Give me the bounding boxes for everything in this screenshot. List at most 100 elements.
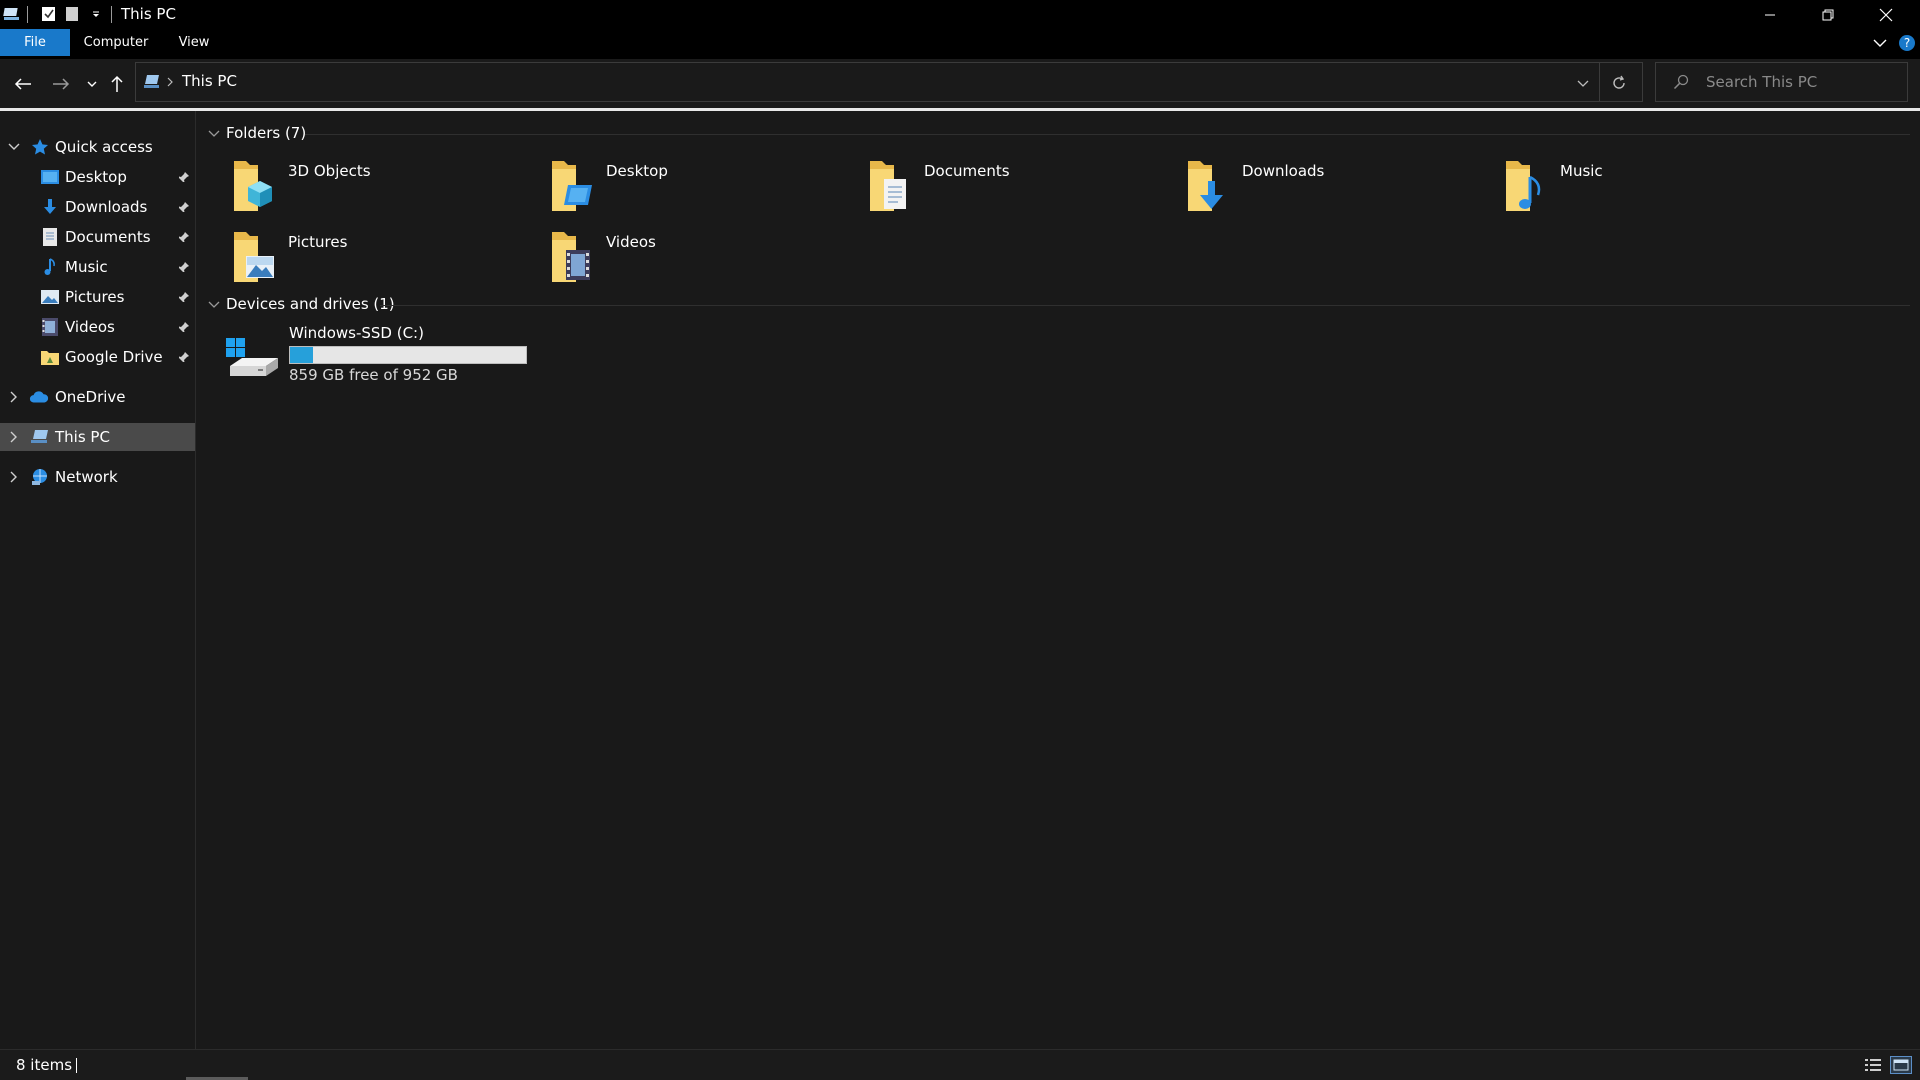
sidebar-item-quick-access[interactable]: Quick access (0, 133, 195, 161)
forward-button[interactable] (48, 71, 74, 97)
pin-icon[interactable] (177, 320, 191, 334)
chevron-right-icon[interactable] (7, 390, 21, 404)
restore-button[interactable] (1799, 0, 1857, 29)
folder-name: Pictures (288, 233, 348, 251)
status-separator (76, 1058, 77, 1073)
search-icon (1673, 74, 1689, 90)
pin-icon[interactable] (177, 260, 191, 274)
group-divider (305, 134, 1910, 135)
drive-usage-bar (289, 346, 527, 364)
desktop-folder-icon (552, 161, 592, 211)
pin-icon[interactable] (177, 170, 191, 184)
new-folder-icon[interactable] (62, 3, 82, 25)
this-pc-app-icon[interactable] (2, 3, 22, 25)
minimize-button[interactable] (1741, 0, 1799, 29)
sidebar-item-network[interactable]: Network (0, 463, 195, 491)
network-icon (30, 467, 50, 487)
documents-folder-icon (870, 161, 906, 211)
chevron-down-icon[interactable] (7, 140, 21, 154)
close-button[interactable] (1857, 0, 1915, 29)
sidebar-item-onedrive[interactable]: OneDrive (0, 383, 195, 411)
folders-group-title: Folders (7) (226, 124, 307, 142)
tab-view[interactable]: View (170, 29, 218, 56)
navigation-pane (0, 111, 196, 1049)
expand-ribbon-button[interactable] (1868, 29, 1892, 56)
properties-icon[interactable] (38, 3, 58, 25)
drive-usage-fill (290, 347, 314, 363)
chevron-down-icon (1577, 80, 1589, 87)
folders-group-header[interactable] (208, 123, 220, 145)
up-button[interactable] (106, 71, 128, 97)
pictures-folder-icon (234, 232, 274, 282)
sidebar-item-pictures[interactable]: Pictures (0, 283, 195, 311)
details-view-button[interactable] (1862, 1056, 1884, 1074)
folder-music[interactable]: Music (1480, 155, 1790, 219)
sidebar-item-label: Google Drive (65, 348, 163, 366)
pin-icon[interactable] (177, 350, 191, 364)
large-icons-view-button[interactable] (1890, 1056, 1912, 1074)
folder-downloads[interactable]: Downloads (1162, 155, 1472, 219)
restore-icon (1822, 9, 1834, 20)
drive-free-space: 859 GB free of 952 GB (289, 366, 458, 384)
folder-desktop[interactable]: Desktop (526, 155, 836, 219)
folder-name: Videos (606, 233, 656, 251)
this-pc-icon (30, 427, 50, 447)
help-button[interactable]: ? (1896, 29, 1918, 56)
address-history-button[interactable] (1572, 73, 1594, 93)
folder-name: 3D Objects (288, 162, 371, 180)
arrow-up-icon (111, 75, 123, 92)
folder-pictures[interactable]: Pictures (208, 226, 518, 290)
3d-objects-folder-icon (234, 161, 272, 211)
drive-c[interactable]: Windows-SSD (C:) 859 GB free of 952 GB (222, 322, 542, 388)
music-icon (40, 257, 60, 277)
pin-icon[interactable] (177, 230, 191, 244)
back-button[interactable] (10, 71, 36, 97)
google-drive-folder-icon (40, 347, 60, 367)
pin-icon[interactable] (177, 290, 191, 304)
sidebar-item-music[interactable]: Music (0, 253, 195, 281)
sidebar-item-google-drive[interactable]: Google Drive (0, 343, 195, 371)
folder-videos[interactable]: Videos (526, 226, 836, 290)
folder-documents[interactable]: Documents (844, 155, 1154, 219)
arrow-right-icon (53, 78, 70, 90)
sidebar-item-label: OneDrive (55, 388, 126, 406)
documents-icon (40, 227, 60, 247)
search-input[interactable]: Search This PC (1706, 73, 1817, 91)
pin-icon[interactable] (177, 200, 191, 214)
item-count: 8 items (16, 1056, 73, 1074)
details-view-icon (1865, 1059, 1881, 1071)
refresh-button[interactable] (1606, 72, 1632, 94)
tab-computer[interactable]: Computer (80, 29, 152, 56)
tab-file[interactable]: File (0, 29, 70, 56)
chevron-right-icon[interactable] (7, 430, 21, 444)
videos-icon (40, 317, 60, 337)
title-bar: This PC (0, 0, 1920, 29)
sidebar-item-label: Documents (65, 228, 151, 246)
sidebar-item-label: Network (55, 468, 118, 486)
customize-toolbar-chevron-icon[interactable] (86, 3, 106, 25)
sidebar-item-this-pc[interactable]: This PC (0, 423, 195, 451)
breadcrumb[interactable]: This PC (182, 72, 237, 90)
ribbon-tabs: File Computer View ? (0, 29, 1920, 59)
folder-name: Downloads (1242, 162, 1325, 180)
refresh-icon (1613, 75, 1625, 89)
minimize-icon (1765, 14, 1775, 15)
folder-3d-objects[interactable]: 3D Objects (208, 155, 518, 219)
toolbar-separator (111, 6, 112, 23)
downloads-folder-icon (1188, 161, 1223, 211)
chevron-down-icon (87, 81, 97, 87)
address-bar[interactable]: This PC (135, 62, 1643, 102)
arrow-left-icon (14, 78, 31, 90)
devices-group-title: Devices and drives (1) (226, 295, 395, 313)
sidebar-item-desktop[interactable]: Desktop (0, 163, 195, 191)
devices-group-header[interactable] (208, 294, 220, 316)
sidebar-item-videos[interactable]: Videos (0, 313, 195, 341)
drive-name: Windows-SSD (C:) (289, 324, 424, 342)
sidebar-item-downloads[interactable]: Downloads (0, 193, 195, 221)
videos-folder-icon (552, 232, 590, 282)
sidebar-item-documents[interactable]: Documents (0, 223, 195, 251)
chevron-right-icon[interactable] (7, 470, 21, 484)
address-divider (1599, 63, 1600, 101)
recent-locations-button[interactable] (84, 71, 100, 97)
search-box[interactable]: Search This PC (1655, 62, 1908, 102)
